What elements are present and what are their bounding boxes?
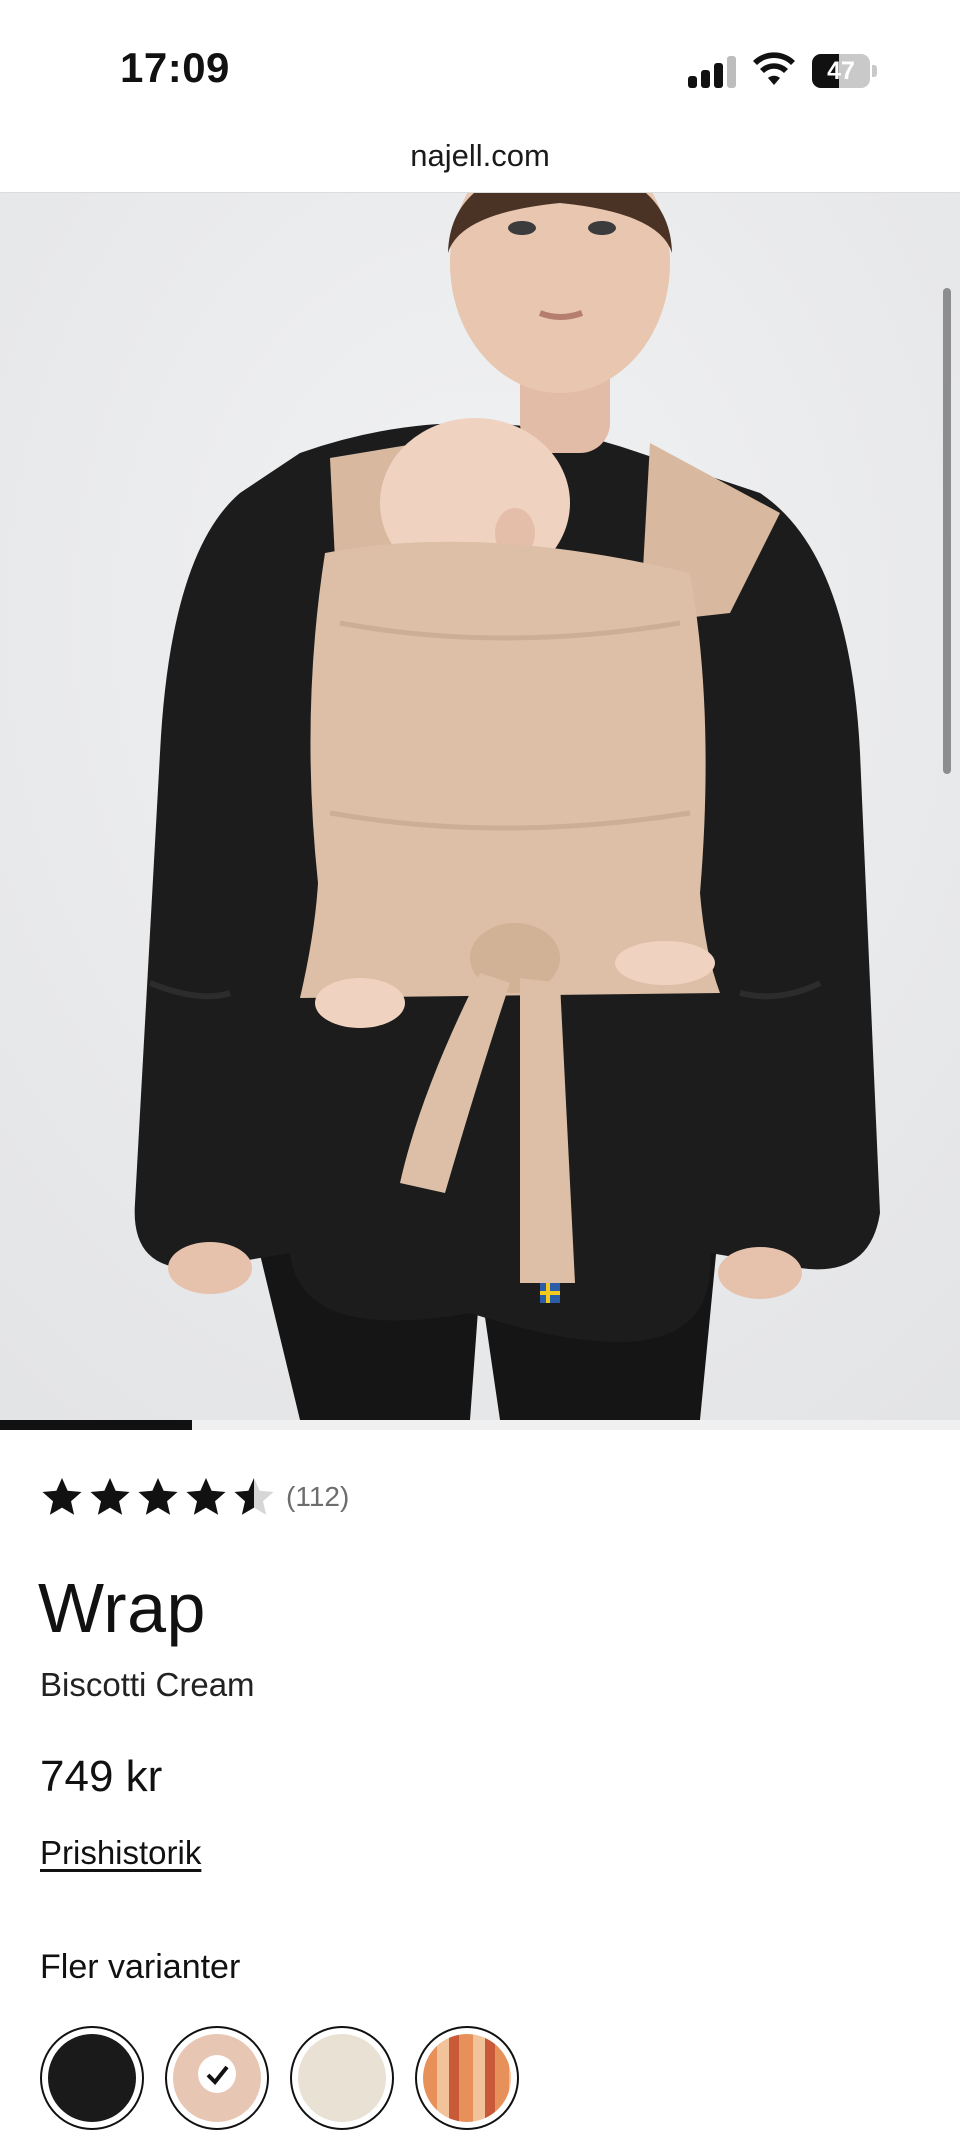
variant-swatch-color	[298, 2034, 386, 2122]
variant-swatch-color	[423, 2034, 511, 2122]
product-rating[interactable]: (112)	[40, 1475, 349, 1519]
product-title: Wrap	[38, 1569, 206, 1647]
status-bar: 17:09 47 najell.com	[0, 0, 960, 173]
variant-swatch[interactable]	[40, 2026, 144, 2130]
selected-check-icon	[198, 2055, 236, 2093]
signal-icon	[688, 56, 736, 88]
variant-swatch[interactable]	[165, 2026, 269, 2130]
page-scrollbar[interactable]	[943, 288, 951, 774]
more-variants-heading: Fler varianter	[40, 1948, 241, 1986]
address-bar-url[interactable]: najell.com	[0, 138, 960, 174]
rating-star-icon	[90, 1478, 130, 1515]
rating-star-icon	[138, 1478, 178, 1515]
battery-percent: 47	[827, 57, 855, 85]
product-price: 749 kr	[40, 1752, 163, 1801]
rating-star-icon	[234, 1478, 274, 1515]
gallery-progress-track	[0, 1420, 960, 1430]
variant-swatch-color	[48, 2034, 136, 2122]
battery-icon: 47	[812, 54, 878, 88]
review-count[interactable]: (112)	[286, 1481, 349, 1513]
product-photo-illustration	[0, 193, 960, 1420]
variant-swatch[interactable]	[290, 2026, 394, 2130]
rating-star-icon	[186, 1478, 226, 1515]
product-variant-name: Biscotti Cream	[40, 1666, 255, 1703]
variant-swatch[interactable]	[415, 2026, 519, 2130]
rating-star-icon	[42, 1478, 82, 1515]
wifi-icon	[753, 52, 795, 85]
price-history-link[interactable]: Prishistorik	[40, 1834, 201, 1872]
product-image[interactable]	[0, 193, 960, 1420]
status-time: 17:09	[120, 44, 230, 91]
gallery-progress-fill	[0, 1420, 192, 1430]
